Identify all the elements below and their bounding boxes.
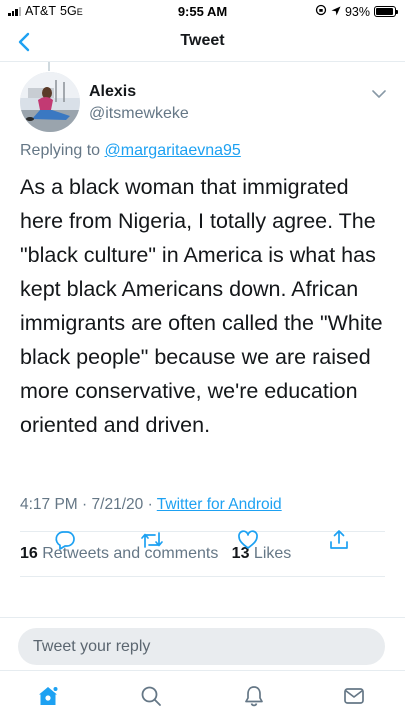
retweet-icon: [141, 532, 163, 548]
tab-home[interactable]: [35, 683, 61, 709]
tweet-time: 4:17 PM: [20, 496, 78, 513]
tab-search[interactable]: [138, 683, 164, 709]
replying-to: Replying to @margaritaevna95: [20, 142, 241, 160]
status-right: 93%: [315, 4, 398, 19]
retweet-button[interactable]: [139, 527, 165, 553]
tweet-date: 7/21/20: [91, 496, 144, 513]
avatar[interactable]: [20, 72, 80, 132]
share-button[interactable]: [326, 527, 352, 553]
thread-line: [48, 62, 50, 71]
tab-bar: [0, 670, 405, 720]
notifications-icon: [245, 686, 263, 707]
meta-separator: ·: [82, 496, 88, 513]
reply-input[interactable]: [18, 628, 385, 665]
tweet-text: As a black woman that immigrated here fr…: [20, 175, 383, 437]
tweet-options-button[interactable]: [369, 84, 389, 104]
battery-percent: 93%: [344, 4, 370, 19]
tweet-source-link[interactable]: Twitter for Android: [157, 496, 282, 513]
like-icon: [238, 530, 258, 549]
tab-notifications[interactable]: [241, 683, 267, 709]
tweet-meta: 4:17 PM · 7/21/20 · Twitter for Android: [20, 496, 282, 514]
share-icon: [330, 530, 348, 549]
replying-to-handle[interactable]: @margaritaevna95: [105, 142, 241, 159]
battery-icon: [374, 6, 398, 17]
orientation-lock-icon: [315, 4, 327, 19]
chevron-down-icon: [372, 90, 386, 98]
location-icon: [331, 5, 341, 19]
status-bar: AT&T 5GE 9:55 AM 93%: [0, 0, 405, 22]
tab-messages[interactable]: [341, 683, 367, 709]
tweet-actions: [0, 527, 405, 553]
nav-bar: Tweet: [0, 22, 405, 62]
messages-icon: [344, 688, 364, 704]
like-button[interactable]: [235, 527, 261, 553]
author-handle[interactable]: @itsmewkeke: [89, 105, 189, 123]
reply-button[interactable]: [52, 527, 78, 553]
divider: [20, 576, 385, 577]
reply-bar: [0, 617, 405, 670]
page-title: Tweet: [180, 32, 225, 49]
reply-icon: [55, 531, 75, 550]
search-icon: [141, 686, 161, 706]
author-name[interactable]: Alexis: [89, 83, 136, 101]
meta-separator: ·: [147, 496, 153, 513]
replying-prefix: Replying to: [20, 142, 101, 159]
home-icon: [39, 685, 59, 705]
